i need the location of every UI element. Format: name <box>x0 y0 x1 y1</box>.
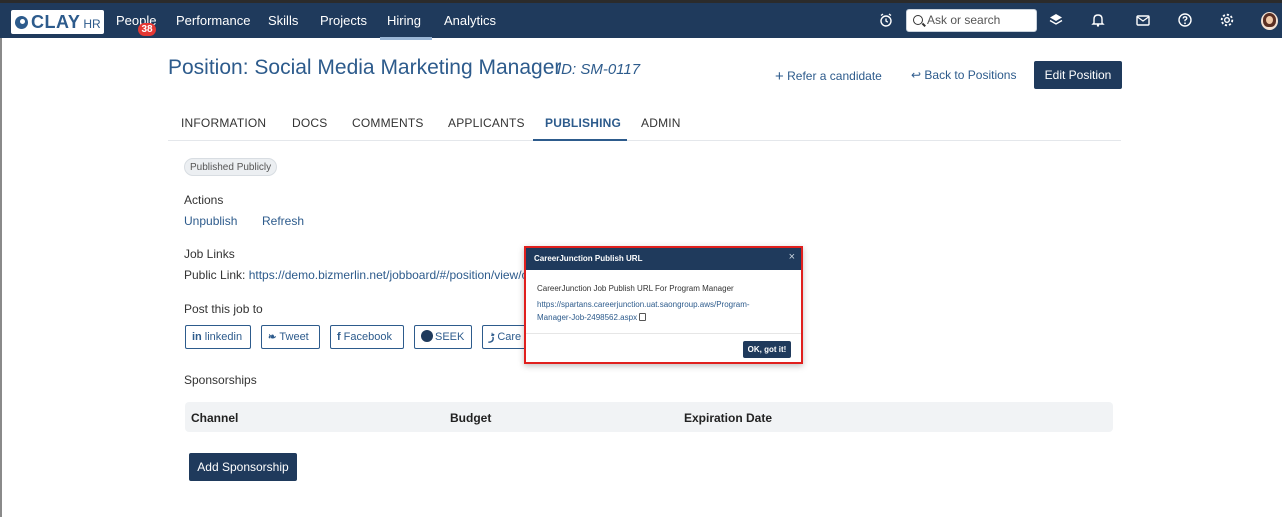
column-header-channel: Channel <box>191 411 239 425</box>
refer-candidate-label: Refer a candidate <box>787 69 882 83</box>
share-careerjunction-label: Care <box>497 331 522 343</box>
status-badge: Published Publicly <box>184 158 278 176</box>
nav-item-people[interactable]: People 38 <box>116 3 156 38</box>
layers-icon[interactable] <box>1048 12 1064 28</box>
active-tab-indicator <box>533 139 627 141</box>
dialog-title: CareerJunction Publish URL <box>534 254 643 263</box>
tab-publishing[interactable]: PUBLISHING <box>545 116 621 130</box>
user-avatar[interactable] <box>1261 12 1278 30</box>
window-edge <box>0 38 2 517</box>
share-facebook-button[interactable]: f Facebook <box>330 325 404 349</box>
public-link-label: Public Link: <box>184 268 246 282</box>
plus-icon: + <box>775 68 784 85</box>
linkedin-icon: in <box>192 331 202 343</box>
publish-url-dialog: CareerJunction Publish URL × CareerJunct… <box>524 246 803 364</box>
sponsorships-table-header: Channel Budget Expiration Date <box>185 402 1113 432</box>
help-icon[interactable] <box>1177 12 1193 28</box>
mail-icon[interactable] <box>1135 12 1151 28</box>
logo-text: CLAY <box>31 11 81 32</box>
facebook-icon: f <box>337 331 341 343</box>
position-tabs: INFORMATION DOCS COMMENTS APPLICANTS PUB… <box>168 104 1121 141</box>
back-arrow-icon: ↩ <box>911 68 922 82</box>
search-icon <box>913 15 923 25</box>
share-seek-label: SEEK <box>435 331 465 343</box>
copy-icon[interactable] <box>639 313 647 321</box>
notification-badge: 38 <box>138 23 156 36</box>
share-linkedin-label: linkedin <box>204 331 243 343</box>
share-twitter-button[interactable]: ❧ Tweet <box>261 325 320 349</box>
tab-docs[interactable]: DOCS <box>292 116 327 130</box>
publish-url-link[interactable]: https://spartans.careerjunction.uat.saon… <box>537 298 777 324</box>
share-careerjunction-button[interactable]: ڑ Care <box>482 325 530 349</box>
bell-icon[interactable] <box>1090 12 1106 28</box>
twitter-bird-icon: ❧ <box>268 332 277 343</box>
close-icon[interactable]: × <box>789 251 795 263</box>
dialog-message: CareerJunction Job Publish URL For Progr… <box>537 284 734 293</box>
actions-heading: Actions <box>184 193 224 207</box>
logo-mark-icon <box>15 15 28 29</box>
share-facebook-label: Facebook <box>343 331 392 343</box>
tab-admin[interactable]: ADMIN <box>641 116 681 130</box>
back-to-positions-link[interactable]: ↩ Back to Positions <box>911 68 1016 82</box>
top-navbar: CLAY HR People 38 Performance Skills Pro… <box>0 0 1282 40</box>
dialog-header: CareerJunction Publish URL × <box>526 248 801 270</box>
public-link-url[interactable]: https://demo.bizmerlin.net/jobboard/#/po… <box>249 268 528 282</box>
dialog-divider <box>526 333 801 334</box>
public-link-row: Public Link: https://demo.bizmerlin.net/… <box>184 268 528 282</box>
nav-item-hiring[interactable]: Hiring <box>380 3 432 40</box>
position-id: ID: SM-0117 <box>557 61 641 78</box>
publish-url-line2: Manager-Job-2498562.aspx <box>537 313 638 322</box>
logo-suffix: HR <box>83 16 101 31</box>
page-title: Position: Social Media Marketing Manager <box>168 56 562 79</box>
seek-icon <box>421 330 433 342</box>
share-twitter-label: Tweet <box>279 331 309 343</box>
unpublish-link[interactable]: Unpublish <box>184 214 237 228</box>
share-seek-button[interactable]: SEEK <box>414 325 472 349</box>
ok-got-it-button[interactable]: OK, got it! <box>743 341 791 358</box>
publish-url-line1: https://spartans.careerjunction.uat.saon… <box>537 300 750 309</box>
edit-position-button[interactable]: Edit Position <box>1034 61 1122 89</box>
clayhr-logo[interactable]: CLAY HR <box>11 10 104 34</box>
sponsorships-heading: Sponsorships <box>184 373 257 387</box>
tab-applicants[interactable]: APPLICANTS <box>448 116 525 130</box>
column-header-budget: Budget <box>450 411 492 425</box>
tab-information[interactable]: INFORMATION <box>181 116 266 130</box>
add-sponsorship-button[interactable]: Add Sponsorship <box>189 453 297 481</box>
nav-item-skills[interactable]: Skills <box>268 3 298 38</box>
search-input[interactable]: Ask or search <box>906 9 1037 32</box>
back-to-positions-label: Back to Positions <box>924 68 1017 82</box>
nav-item-projects[interactable]: Projects <box>320 3 367 38</box>
alarm-clock-icon[interactable] <box>878 12 894 28</box>
careerjunction-icon: ڑ <box>489 331 495 343</box>
search-placeholder: Ask or search <box>927 13 1001 27</box>
refresh-link[interactable]: Refresh <box>262 214 304 228</box>
share-linkedin-button[interactable]: in linkedin <box>185 325 251 349</box>
settings-gear-icon[interactable] <box>1219 12 1235 28</box>
job-links-heading: Job Links <box>184 247 235 261</box>
post-job-heading: Post this job to <box>184 302 263 316</box>
tab-comments[interactable]: COMMENTS <box>352 116 424 130</box>
nav-item-analytics[interactable]: Analytics <box>444 3 496 38</box>
refer-candidate-link[interactable]: + Refer a candidate <box>775 68 882 85</box>
column-header-expiration-date: Expiration Date <box>684 411 773 425</box>
nav-item-performance[interactable]: Performance <box>176 3 250 38</box>
